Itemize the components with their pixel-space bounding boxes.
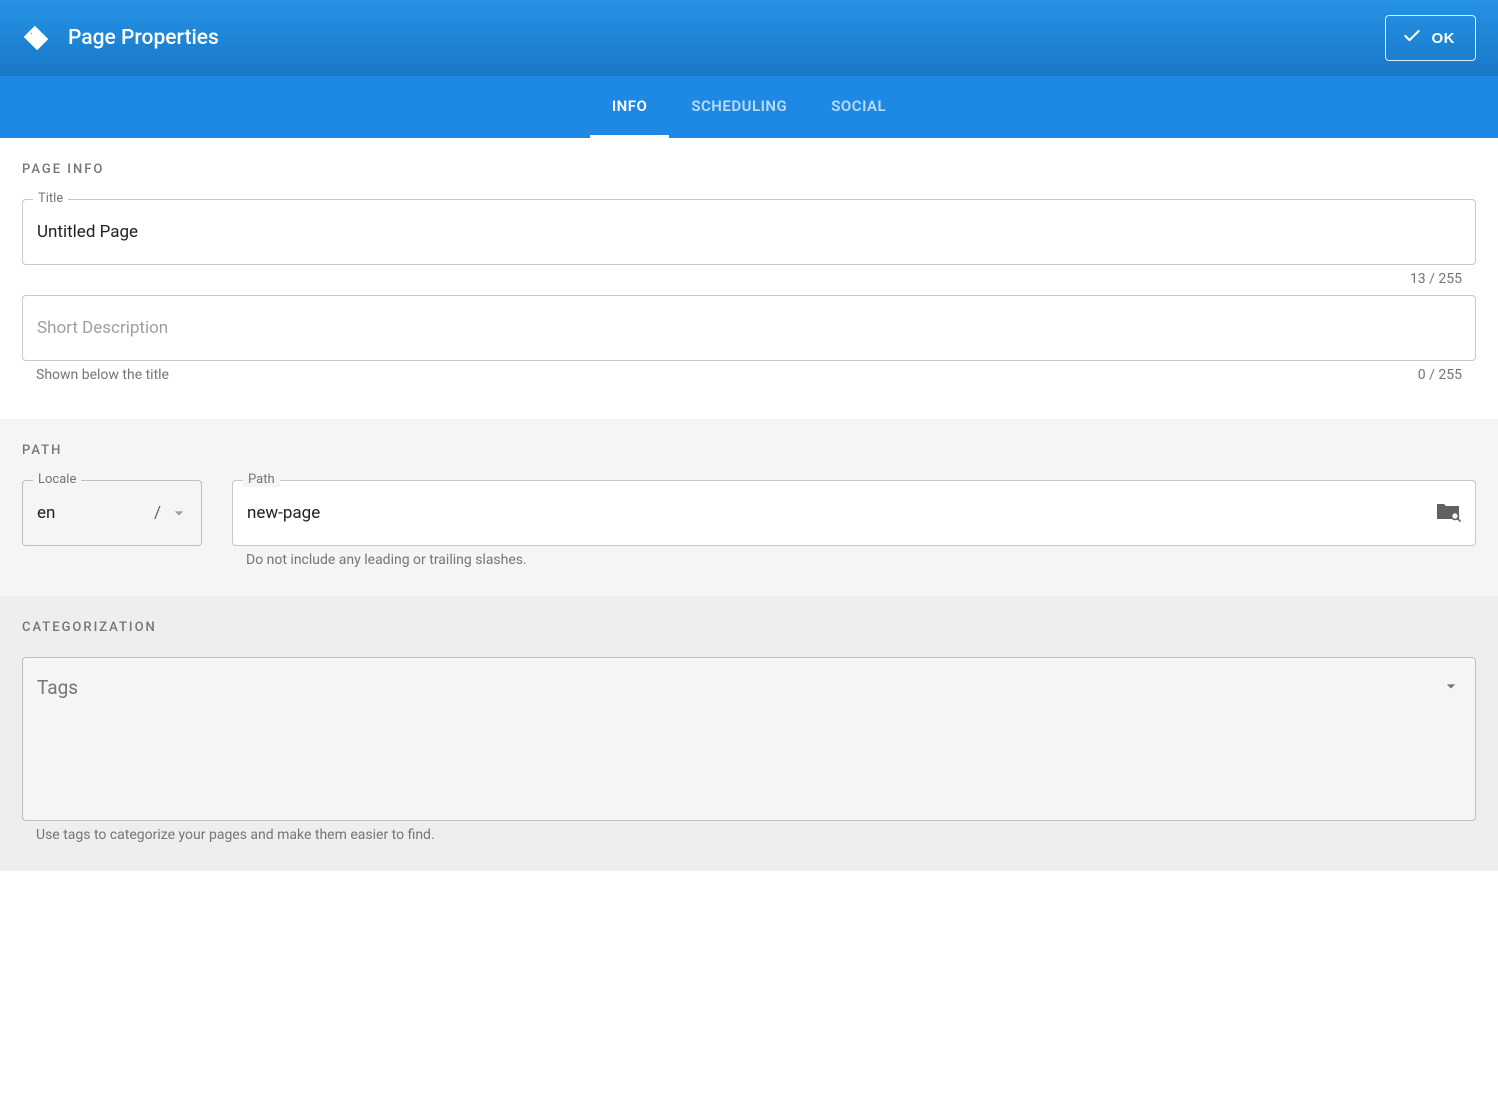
- title-label: Title: [33, 191, 68, 206]
- path-field-wrap: Path Do not include any leading or trail…: [232, 480, 1476, 568]
- tag-icon: [22, 24, 50, 52]
- check-icon: [1402, 26, 1422, 50]
- tags-hint: Use tags to categorize your pages and ma…: [36, 827, 435, 843]
- locale-value: en: [37, 503, 146, 523]
- chevron-down-icon: [1441, 676, 1461, 700]
- path-label: Path: [243, 472, 280, 487]
- section-path: PATH Locale en / Path: [0, 419, 1498, 596]
- desc-field: [22, 295, 1476, 361]
- title-input[interactable]: [23, 200, 1475, 264]
- path-input[interactable]: [233, 481, 1475, 545]
- section-heading: CATEGORIZATION: [22, 620, 1476, 635]
- desc-helper: Shown below the title 0 / 255: [22, 361, 1476, 383]
- desc-field-wrap: Shown below the title 0 / 255: [22, 295, 1476, 383]
- desc-hint: Shown below the title: [36, 367, 169, 383]
- path-row: Locale en / Path: [22, 480, 1476, 568]
- chevron-down-icon: [169, 503, 189, 523]
- tab-info[interactable]: INFO: [590, 76, 670, 138]
- tabs: INFO SCHEDULING SOCIAL: [0, 76, 1498, 138]
- page-title: Page Properties: [68, 26, 219, 50]
- header-left: Page Properties: [22, 24, 219, 52]
- path-helper: Do not include any leading or trailing s…: [232, 546, 1476, 568]
- tab-label: SOCIAL: [831, 97, 886, 115]
- path-hint: Do not include any leading or trailing s…: [246, 552, 527, 568]
- tab-label: INFO: [612, 97, 648, 115]
- locale-select[interactable]: Locale en /: [22, 480, 202, 546]
- header: Page Properties OK: [0, 0, 1498, 76]
- locale-suffix: /: [154, 503, 161, 523]
- desc-input[interactable]: [23, 296, 1475, 360]
- tags-helper: Use tags to categorize your pages and ma…: [22, 821, 1476, 843]
- tags-field[interactable]: Tags: [22, 657, 1476, 821]
- title-field-wrap: Title 13 / 255: [22, 199, 1476, 287]
- tab-label: SCHEDULING: [691, 97, 787, 115]
- section-page-info: PAGE INFO Title 13 / 255 Shown below the…: [0, 138, 1498, 419]
- locale-inner: en /: [23, 481, 201, 545]
- section-heading: PATH: [22, 443, 1476, 458]
- desc-counter: 0 / 255: [1418, 367, 1462, 383]
- tab-scheduling[interactable]: SCHEDULING: [669, 76, 809, 138]
- section-categorization: CATEGORIZATION Tags Use tags to categori…: [0, 596, 1498, 871]
- title-field: Title: [22, 199, 1476, 265]
- title-helper: 13 / 255: [22, 265, 1476, 287]
- path-field: Path: [232, 480, 1476, 546]
- title-counter: 13 / 255: [1410, 271, 1462, 287]
- ok-button[interactable]: OK: [1385, 15, 1477, 61]
- ok-button-label: OK: [1432, 30, 1456, 47]
- locale-label: Locale: [33, 472, 81, 487]
- tags-placeholder: Tags: [37, 676, 78, 699]
- folder-search-icon[interactable]: [1435, 500, 1461, 526]
- section-heading: PAGE INFO: [22, 162, 1476, 177]
- tab-social[interactable]: SOCIAL: [809, 76, 908, 138]
